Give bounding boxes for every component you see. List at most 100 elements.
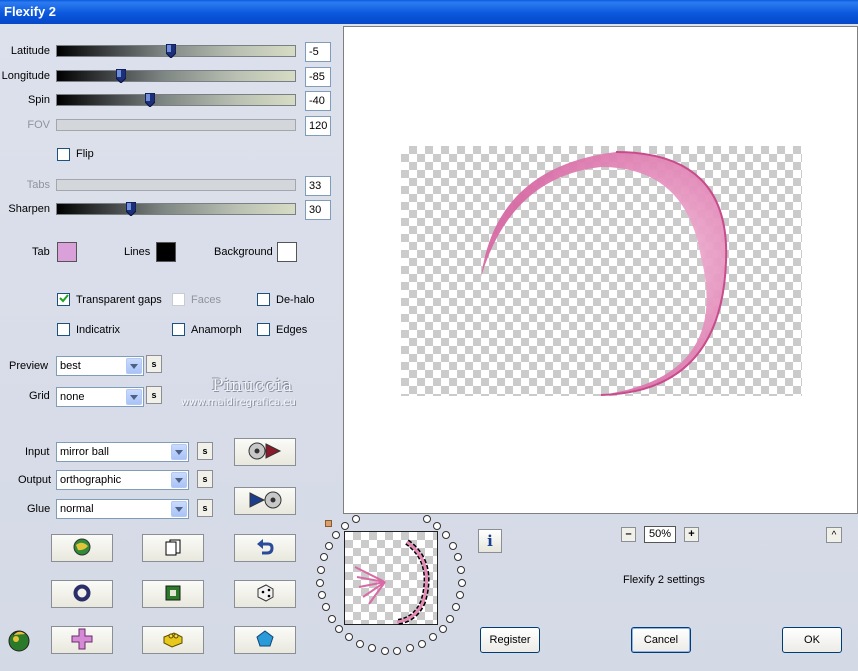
flip-label: Flip [76, 148, 94, 160]
de-halo-checkbox[interactable] [257, 293, 270, 306]
copy-button[interactable] [142, 534, 204, 562]
background-color-swatch[interactable] [277, 242, 297, 262]
edges-checkbox[interactable] [257, 323, 270, 336]
pentagon-button[interactable] [234, 626, 296, 654]
slider-thumb[interactable] [125, 202, 136, 216]
undo-button[interactable] [234, 534, 296, 562]
fov-value-field[interactable]: 120 [305, 116, 331, 136]
longitude-slider[interactable] [56, 69, 296, 83]
anamorph-option[interactable]: Anamorph [172, 323, 242, 336]
zoom-level: 50% [644, 526, 676, 543]
info-button[interactable]: i [478, 529, 502, 553]
brick-button[interactable] [142, 626, 204, 654]
thumbnail-handle[interactable] [325, 520, 332, 527]
indicatrix-checkbox[interactable] [57, 323, 70, 336]
info-icon: i [487, 532, 493, 550]
navigator-dot[interactable] [457, 565, 466, 574]
slider-thumb[interactable] [166, 44, 177, 58]
zoom-in-button[interactable]: + [684, 527, 699, 542]
slider-thumb[interactable] [144, 93, 155, 107]
frame-button[interactable] [142, 580, 204, 608]
ok-button[interactable]: OK [782, 627, 842, 653]
latitude-value-field[interactable]: -5 [305, 42, 331, 62]
faces-option[interactable]: Faces [172, 293, 221, 306]
navigator-dot[interactable] [317, 591, 326, 600]
zoom-out-button[interactable]: – [621, 527, 636, 542]
chevron-down-icon[interactable] [171, 444, 187, 460]
navigator-dot[interactable] [457, 578, 466, 587]
watermark-url: www.maidiregrafica.eu [181, 397, 296, 408]
faces-label: Faces [191, 293, 221, 306]
glue-select[interactable]: normal [56, 499, 189, 519]
slider-thumb[interactable] [116, 69, 127, 83]
background-color-label: Background [214, 246, 273, 258]
grid-select-value: none [60, 391, 85, 403]
navigator-dot[interactable] [327, 614, 336, 623]
navigator-dot[interactable] [449, 541, 458, 550]
plugin-logo-icon [6, 626, 32, 655]
preview-canvas[interactable] [343, 26, 858, 514]
dice-button[interactable] [234, 580, 296, 608]
edges-option[interactable]: Edges [257, 323, 307, 336]
tab-color-swatch[interactable] [57, 242, 77, 262]
sharpen-value-field[interactable]: 30 [305, 200, 331, 220]
preview-select[interactable]: best [56, 356, 144, 376]
chevron-down-icon[interactable] [171, 472, 187, 488]
latitude-slider[interactable] [56, 44, 296, 58]
transparent-gaps-option[interactable]: Transparent gaps [57, 293, 162, 306]
reverse-transform-button[interactable] [234, 487, 296, 515]
de-halo-option[interactable]: De-halo [257, 293, 315, 306]
thumbnail-preview[interactable] [344, 531, 438, 625]
sharpen-slider[interactable] [56, 202, 296, 216]
grid-s-button[interactable]: s [146, 386, 162, 404]
navigator-dot[interactable] [417, 639, 426, 648]
chevron-down-icon[interactable] [126, 389, 142, 405]
navigator-dot[interactable] [380, 646, 389, 655]
settings-name: Flexify 2 settings [623, 574, 705, 586]
lines-color-swatch[interactable] [156, 242, 176, 262]
chevron-down-icon[interactable] [126, 358, 142, 374]
grid-select[interactable]: none [56, 387, 144, 407]
glue-s-button[interactable]: s [197, 499, 213, 517]
dice-icon [255, 583, 275, 606]
navigator-dot[interactable] [316, 565, 325, 574]
undo-icon [256, 538, 274, 559]
input-select-value: mirror ball [60, 446, 109, 458]
navigator-dot[interactable] [422, 514, 431, 523]
ring-button[interactable] [51, 580, 113, 608]
transparent-gaps-checkbox[interactable] [57, 293, 70, 306]
title-bar[interactable]: Flexify 2 [0, 0, 858, 24]
navigator-dot[interactable] [324, 541, 333, 550]
navigator-dot[interactable] [341, 521, 350, 530]
tabs-value-field[interactable]: 33 [305, 176, 331, 196]
triangle-to-disc-icon [248, 491, 282, 512]
collapse-button[interactable]: ^ [826, 527, 842, 543]
navigator-dot[interactable] [432, 521, 441, 530]
navigator-dot[interactable] [351, 514, 360, 523]
sharpen-label: Sharpen [8, 203, 50, 215]
output-s-button[interactable]: s [197, 470, 213, 488]
longitude-value-field[interactable]: -85 [305, 67, 331, 87]
spin-value-field[interactable]: -40 [305, 91, 331, 111]
preview-s-button[interactable]: s [146, 355, 162, 373]
cancel-button[interactable]: Cancel [631, 627, 691, 653]
register-button[interactable]: Register [480, 627, 540, 653]
output-select[interactable]: orthographic [56, 470, 189, 490]
chevron-down-icon[interactable] [171, 501, 187, 517]
input-select[interactable]: mirror ball [56, 442, 189, 462]
apply-transform-button[interactable] [234, 438, 296, 466]
anamorph-label: Anamorph [191, 323, 242, 336]
navigator-dot[interactable] [441, 531, 450, 540]
cross-button[interactable] [51, 626, 113, 654]
navigator-dot[interactable] [438, 624, 447, 633]
spin-slider[interactable] [56, 93, 296, 107]
input-s-button[interactable]: s [197, 442, 213, 460]
random-button[interactable] [51, 534, 113, 562]
preview-label: Preview [9, 360, 49, 372]
indicatrix-option[interactable]: Indicatrix [57, 323, 120, 336]
anamorph-checkbox[interactable] [172, 323, 185, 336]
navigator-dot[interactable] [321, 603, 330, 612]
navigator-dot[interactable] [316, 578, 325, 587]
flip-checkbox[interactable] [57, 148, 70, 161]
navigator-dot[interactable] [356, 639, 365, 648]
